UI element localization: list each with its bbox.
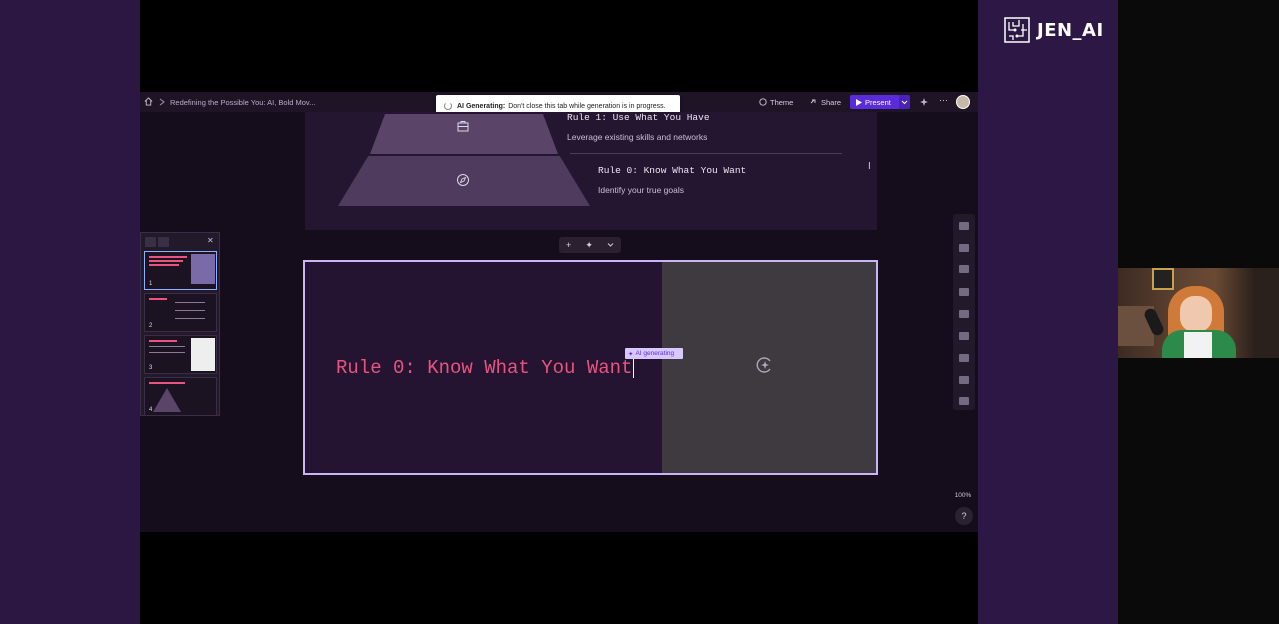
search-icon[interactable]	[959, 222, 969, 230]
chart-icon[interactable]	[959, 376, 969, 384]
circuit-logo-icon	[1004, 17, 1030, 43]
wall-picture	[1152, 268, 1174, 290]
slide-thumbnail[interactable]: 1	[144, 251, 217, 290]
slide-thumbnail[interactable]: 3	[144, 335, 217, 374]
zoom-level[interactable]: 100%	[953, 492, 973, 501]
share-button-label: Share	[821, 97, 842, 107]
loading-spinner-icon	[444, 102, 452, 110]
link-icon	[810, 99, 816, 104]
present-dropdown[interactable]	[899, 95, 910, 109]
cards-icon[interactable]	[959, 244, 969, 252]
theme-button[interactable]: Theme	[759, 96, 793, 108]
close-icon[interactable]: ✕	[207, 236, 214, 245]
rule1-heading: Rule 1: Use What You Have	[567, 112, 710, 123]
slide-number: 1	[149, 281, 153, 287]
slide-number: 2	[149, 323, 153, 329]
text-caret	[633, 357, 635, 378]
webcam-feed	[1118, 268, 1279, 358]
user-avatar[interactable]	[956, 95, 970, 109]
rule-divider	[570, 153, 842, 154]
edit-icon[interactable]	[959, 397, 969, 405]
compass-icon	[457, 174, 469, 186]
presentation-app: Redefining the Possible You: AI, Bold Mo…	[140, 92, 978, 532]
table-icon[interactable]	[959, 354, 969, 362]
ai-chip-label: AI generating	[635, 350, 675, 357]
chevron-down-icon[interactable]	[607, 242, 614, 248]
logo-text: JEN_AI	[1037, 19, 1104, 41]
embed-icon[interactable]	[959, 332, 969, 340]
text-cursor-icon: I	[868, 161, 871, 172]
slide-title[interactable]: Rule 0: Know What You Want	[336, 357, 635, 379]
slide-thumbnails-panel: ✕ 1 2 3 4	[140, 232, 220, 416]
slide-title-text: Rule 0: Know What You Want	[336, 357, 633, 379]
grid-view-icon[interactable]	[145, 237, 156, 247]
current-slide[interactable]: Rule 0: Know What You Want ✦ AI generati…	[303, 260, 878, 475]
ai-add-icon[interactable]: ✦	[585, 240, 593, 251]
rule0-subtitle: Identify your true goals	[598, 185, 684, 195]
slide-thumbnail[interactable]: 2	[144, 293, 217, 332]
text-icon[interactable]	[959, 288, 969, 296]
image-icon[interactable]	[959, 310, 969, 318]
chevron-right-icon	[159, 98, 165, 106]
toolbox-icon	[457, 121, 469, 132]
left-background-panel	[0, 0, 140, 624]
presenter-face	[1180, 296, 1212, 332]
list-view-icon[interactable]	[158, 237, 169, 247]
home-icon[interactable]	[144, 97, 153, 106]
sparkle-icon[interactable]	[920, 98, 928, 106]
document-title[interactable]: Redefining the Possible You: AI, Bold Mo…	[170, 98, 315, 107]
toast-message: Don't close this tab while generation is…	[508, 102, 666, 110]
slide-thumbnail[interactable]: 4	[144, 377, 217, 416]
right-background-panel	[978, 0, 1118, 624]
help-button[interactable]: ?	[955, 507, 973, 525]
share-button[interactable]: Share	[809, 96, 841, 108]
chevron-down-icon	[901, 100, 908, 105]
toast-bold-label: AI Generating:	[457, 102, 506, 110]
palette-icon	[759, 98, 767, 106]
channel-logo: JEN_AI	[1003, 16, 1104, 44]
sparkle-icon: ✦	[628, 350, 634, 358]
ai-loading-sparkle-icon	[756, 357, 771, 373]
theme-button-label: Theme	[770, 97, 794, 107]
add-slide-icon[interactable]: +	[566, 240, 571, 250]
thumbnail-view-toggles	[145, 237, 169, 247]
play-icon	[856, 98, 862, 106]
slide-number: 3	[149, 365, 153, 371]
insert-tools-sidebar	[953, 214, 975, 410]
present-button[interactable]: Present	[850, 95, 900, 109]
slide-number: 4	[149, 407, 153, 413]
ai-generating-chip: ✦ AI generating	[625, 348, 683, 359]
slide-insert-toolbar: + ✦	[559, 237, 621, 253]
present-button-label: Present	[865, 97, 891, 107]
rule1-subtitle: Leverage existing skills and networks	[567, 132, 708, 142]
presenter-shirt	[1184, 332, 1212, 358]
rule0-heading: Rule 0: Know What You Want	[598, 165, 747, 176]
layout-icon[interactable]	[959, 265, 969, 273]
more-options-icon[interactable]: ⋯	[939, 95, 948, 106]
